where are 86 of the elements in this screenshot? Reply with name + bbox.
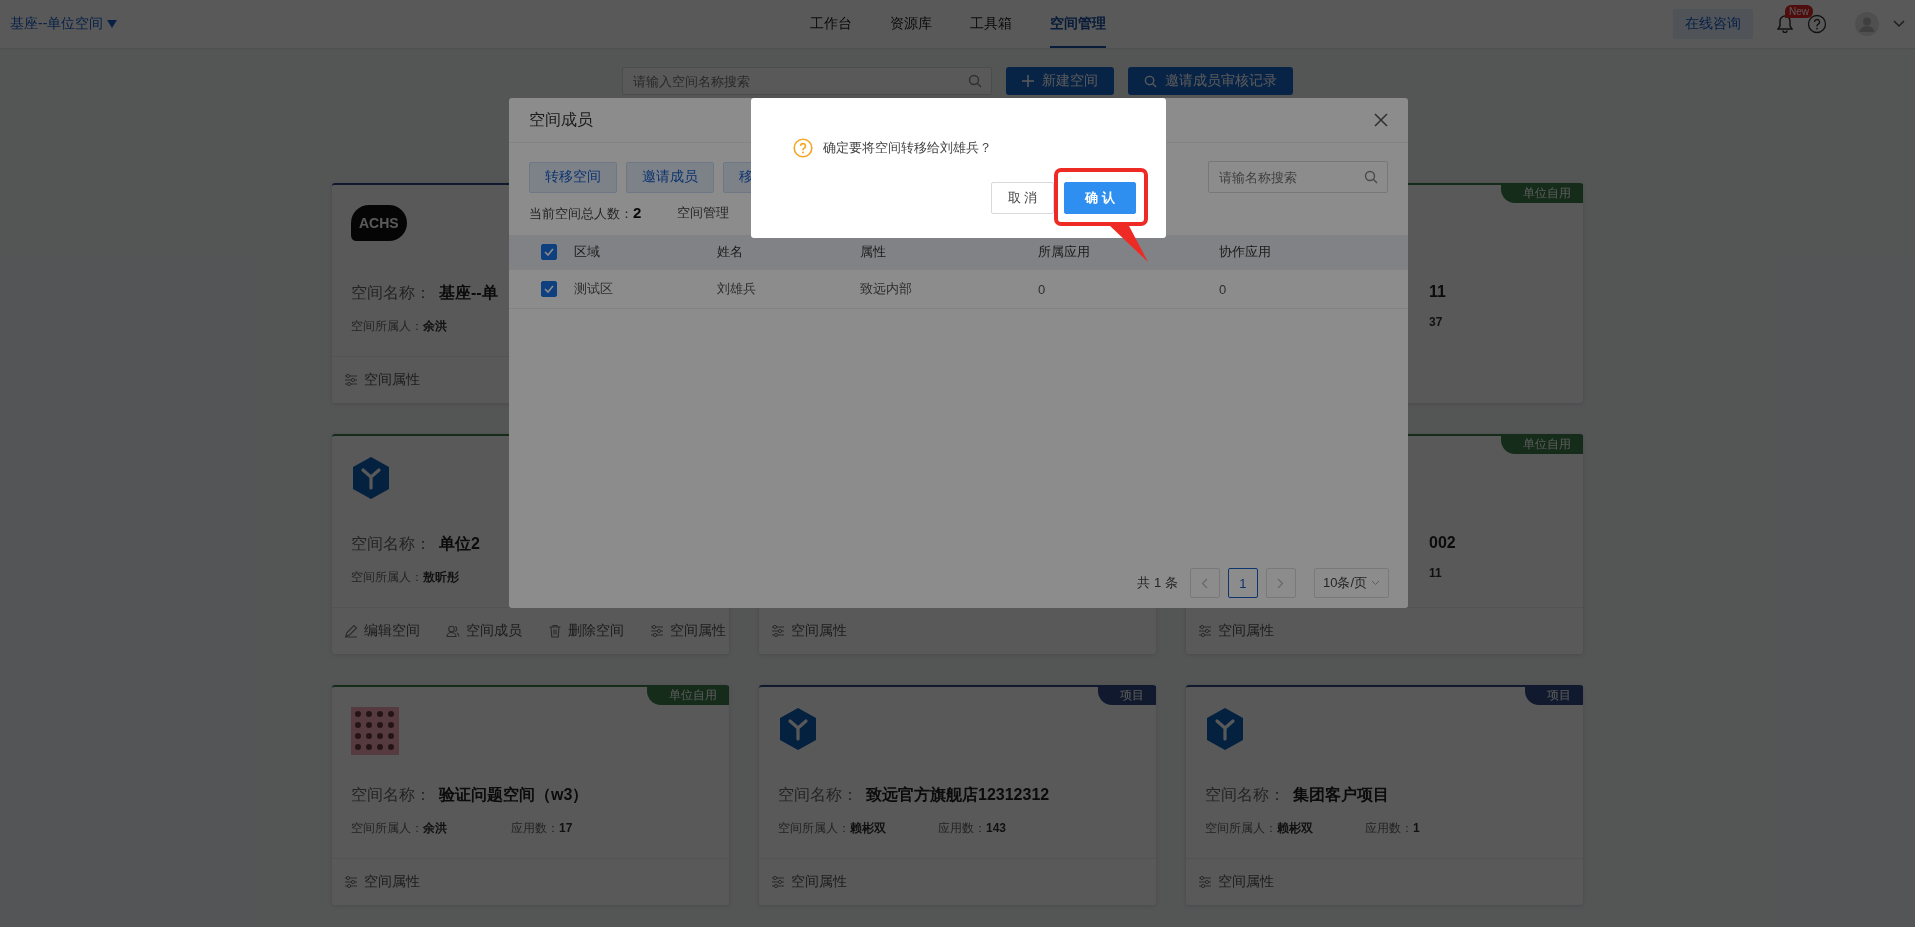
dialog-action-button[interactable]: 转移空间 [529,161,617,193]
page-button[interactable]: 1 [1227,568,1258,598]
space-type-tag: 项目 [1098,686,1156,705]
sliders-icon [650,624,664,638]
page-size-select[interactable]: 10条/页 [1313,568,1389,598]
help-icon[interactable] [1807,14,1827,34]
toolbar-button[interactable]: 邀请成员审核记录 [1128,67,1293,95]
column-header: 属性 [860,243,887,261]
checkbox[interactable] [541,281,557,297]
table-cell-text: 测试区 [574,280,614,298]
admin-label: 空间管理 [677,204,730,222]
nav-tab[interactable]: 资源库 [889,0,932,48]
space-name: 集团客户项目 [1293,785,1389,805]
search-icon [1144,74,1157,88]
table-cell-text: 致远内部 [860,280,913,298]
app-count: 143 [986,821,1007,835]
new-badge: New [1785,5,1813,18]
chevron-left-icon [1201,577,1209,589]
card-action-link[interactable]: 编辑空间 [344,622,420,640]
toolbar-button[interactable]: 新建空间 [1006,67,1114,95]
nav-tab[interactable]: 工作台 [809,0,852,48]
dialog-button[interactable]: 确 认 [1064,182,1136,214]
hexagon-logo-icon [778,707,818,751]
space-name: 致远官方旗舰店12312312 [866,785,1050,805]
column-header: 所属应用 [1038,243,1091,261]
column-header: 协作应用 [1219,243,1272,261]
space-name: 002 [1429,534,1456,552]
users-icon [446,624,460,638]
app-count: 17 [559,821,573,835]
hexagon-logo-icon [351,456,391,500]
table-cell-text: 刘雄兵 [717,280,757,298]
space-name: 验证问题空间（w3） [439,785,589,805]
app-count: 1 [1413,821,1420,835]
consult-button[interactable]: 在线咨询 [1673,9,1753,39]
confirm-message: 确定要将空间转移给刘雄兵？ [823,139,992,157]
avatar-icon[interactable] [1855,12,1879,36]
space-name: 基座--单 [439,283,498,303]
sliders-icon [1198,875,1212,889]
caret-icon [107,20,118,28]
search-icon [1364,170,1378,184]
space-name: 单位2 [439,534,480,554]
space-switcher[interactable]: 基座--单位空间 [10,15,104,33]
space-name: 11 [1429,283,1446,301]
pattern-logo-icon [351,707,399,755]
owner-name: 赖彬双 [850,821,886,835]
hexagon-logo-icon [1205,707,1245,751]
card-action-link[interactable]: 空间成员 [446,622,522,640]
owner-name: 赖彬双 [1277,821,1313,835]
search-icon [968,74,982,88]
checkbox[interactable] [541,244,557,260]
dialog-button[interactable]: 取 消 [990,182,1055,214]
sliders-icon [771,624,785,638]
chevron-right-icon [1277,577,1285,589]
chevron-down-icon [1371,580,1380,586]
owner-name: 余洪 [423,319,447,333]
column-header: 区域 [574,243,601,261]
sliders-icon [344,875,358,889]
nav-tab[interactable]: 工具箱 [969,0,1012,48]
close-icon[interactable] [1374,113,1388,127]
owner-name: 敖昕彤 [423,570,459,584]
nav-tab[interactable]: 空间管理 [1049,0,1106,48]
table-cell-text: 0 [1038,281,1047,297]
check-icon [544,248,554,256]
check-icon [544,285,554,293]
space-logo: ACHS [351,205,407,241]
app-count: 11 [1429,566,1442,580]
dialog-action-button[interactable]: 邀请成员 [626,161,714,193]
sliders-icon [1198,624,1212,638]
bell-icon[interactable] [1777,15,1793,33]
sliders-icon [771,875,785,889]
question-icon [793,138,813,158]
member-search-field[interactable]: 请输名称搜索 [1208,161,1388,193]
card-action-link[interactable]: 删除空间 [548,622,624,640]
space-type-tag: 项目 [1525,686,1583,705]
sliders-icon [344,373,358,387]
chevron-down-icon[interactable] [1893,20,1905,28]
dialog-title: 空间成员 [529,109,593,130]
column-header: 姓名 [717,243,744,261]
plus-icon [1022,75,1034,87]
owner-name: 余洪 [423,821,447,835]
total-count: 共 1 条 [1137,574,1178,592]
member-total: 当前空间总人数：2 [529,203,642,223]
trash-icon [548,624,562,638]
table-cell-text: 0 [1219,281,1228,297]
pencil-icon [344,624,358,638]
app-count: 37 [1429,315,1443,329]
